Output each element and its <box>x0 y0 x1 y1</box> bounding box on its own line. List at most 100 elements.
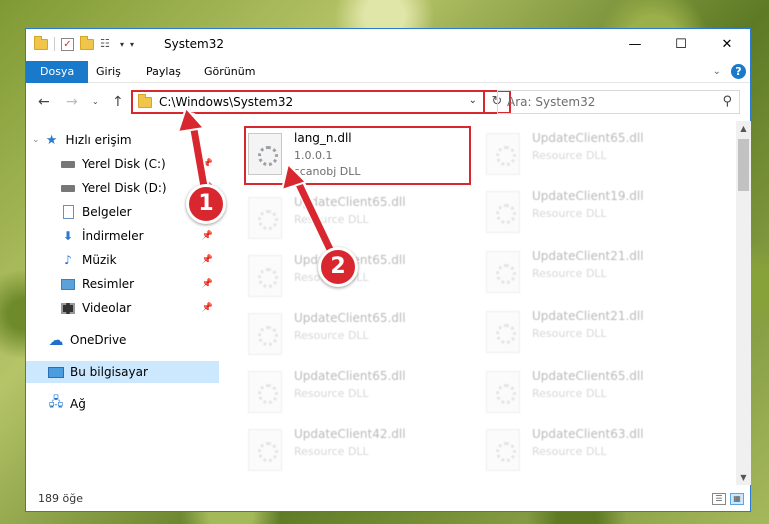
computer-icon <box>48 365 64 379</box>
file-item[interactable]: UpdateClient65.dll Resource DLL <box>244 249 470 305</box>
expand-ribbon-icon[interactable]: ⌄ <box>713 66 721 77</box>
minimize-button[interactable]: — <box>612 29 658 59</box>
file-name: UpdateClient19.dll <box>532 189 644 203</box>
disk-icon <box>60 157 76 171</box>
navigation-bar: ← → ⌄ ↑ C:\Windows\System32 ⌄ ↻ Ara: Sys… <box>26 85 750 119</box>
tab-home[interactable]: Giriş <box>86 61 131 83</box>
customize-toolbar-icon[interactable]: ▾ <box>130 40 134 49</box>
ribbon-controls: ⌄ ? <box>713 64 746 79</box>
help-icon[interactable]: ? <box>731 64 746 79</box>
sidebar-item-label: Belgeler <box>82 205 132 219</box>
step-badge-1: 1 <box>186 184 226 224</box>
sidebar-item-label: Bu bilgisayar <box>70 365 148 379</box>
divider <box>54 37 55 51</box>
maximize-button[interactable]: ☐ <box>658 29 704 59</box>
chevron-down-icon[interactable]: ⌄ <box>469 95 477 106</box>
file-description: Resource DLL <box>532 207 607 220</box>
file-item[interactable]: UpdateClient65.dll Resource DLL <box>482 127 708 183</box>
navigation-pane: ⌄ ★ Hızlı erişim Yerel Disk (C:) 📌 Yerel… <box>26 121 219 481</box>
pin-icon[interactable]: 📌 <box>202 159 213 169</box>
file-description: Resource DLL <box>532 149 607 162</box>
pin-icon[interactable]: 📌 <box>202 255 213 265</box>
forward-button[interactable]: → <box>66 94 78 110</box>
tab-view[interactable]: Görünüm <box>194 61 265 83</box>
file-name: UpdateClient65.dll <box>294 311 406 325</box>
new-folder-icon[interactable] <box>80 35 94 50</box>
videos-icon <box>60 301 76 315</box>
network-icon: 🖧 <box>48 395 64 410</box>
file-item[interactable]: UpdateClient65.dll Resource DLL <box>244 307 470 363</box>
sidebar-item-quick-access[interactable]: ⌄ ★ Hızlı erişim <box>26 129 219 151</box>
file-name: UpdateClient21.dll <box>532 249 644 263</box>
sidebar-item-local-disk-c[interactable]: Yerel Disk (C:) 📌 <box>26 153 219 175</box>
scroll-down-icon[interactable]: ▼ <box>736 470 751 485</box>
file-name: UpdateClient65.dll <box>294 369 406 383</box>
address-bar[interactable]: C:\Windows\System32 ⌄ <box>131 90 485 114</box>
dll-file-icon <box>486 251 520 293</box>
dll-file-icon <box>486 371 520 413</box>
address-path[interactable]: C:\Windows\System32 <box>159 95 293 109</box>
pin-icon[interactable]: 📌 <box>202 231 213 241</box>
folder-icon[interactable] <box>34 35 48 50</box>
chevron-down-icon[interactable]: ▾ <box>120 40 124 49</box>
vertical-scrollbar[interactable]: ▲ ▼ <box>736 121 751 485</box>
title-bar: ✓ ☷ ▾ ▾ System32 — ☐ ✕ <box>26 29 750 61</box>
details-view-icon[interactable]: ☰ <box>712 493 726 505</box>
sidebar-item-onedrive[interactable]: ☁ OneDrive <box>26 329 219 351</box>
step-badge-2: 2 <box>318 247 358 287</box>
sidebar-item-network[interactable]: 🖧 Ağ <box>26 393 219 415</box>
file-item[interactable]: UpdateClient21.dll Resource DLL <box>482 245 708 301</box>
item-count: 189 öğe <box>38 492 83 505</box>
sidebar-item-label: Yerel Disk (D:) <box>82 181 167 195</box>
file-item[interactable]: UpdateClient42.dll Resource DLL <box>244 423 470 479</box>
scroll-thumb[interactable] <box>738 139 749 191</box>
cloud-icon: ☁ <box>48 331 64 349</box>
sidebar-item-videos[interactable]: Videolar 📌 <box>26 297 219 319</box>
star-icon: ★ <box>45 132 58 148</box>
scroll-up-icon[interactable]: ▲ <box>736 121 751 136</box>
file-highlight-box <box>244 126 471 185</box>
file-item[interactable]: UpdateClient65.dll Resource DLL <box>482 365 708 421</box>
properties-check-icon[interactable]: ✓ <box>61 37 74 51</box>
file-description: Resource DLL <box>294 213 369 226</box>
sidebar-item-pictures[interactable]: Resimler 📌 <box>26 273 219 295</box>
search-box[interactable]: Ara: System32 ⚲ <box>497 90 740 114</box>
sidebar-item-music[interactable]: ♪ Müzik 📌 <box>26 249 219 271</box>
file-name: UpdateClient65.dll <box>532 369 644 383</box>
file-description: Resource DLL <box>532 445 607 458</box>
sidebar-item-this-pc[interactable]: Bu bilgisayar <box>26 361 219 383</box>
file-name: UpdateClient65.dll <box>532 131 644 145</box>
dll-file-icon <box>486 191 520 233</box>
file-item[interactable]: UpdateClient21.dll Resource DLL <box>482 305 708 361</box>
file-name: UpdateClient42.dll <box>294 427 406 441</box>
close-button[interactable]: ✕ <box>704 29 750 59</box>
recent-locations-button[interactable]: ⌄ <box>92 97 99 106</box>
up-button[interactable]: ↑ <box>112 94 124 110</box>
back-button[interactable]: ← <box>38 94 50 110</box>
search-input[interactable]: Ara: System32 <box>507 95 595 109</box>
file-item[interactable]: UpdateClient65.dll Resource DLL <box>244 191 470 247</box>
pin-icon[interactable]: 📌 <box>202 279 213 289</box>
sidebar-item-label: OneDrive <box>70 333 127 347</box>
tab-file[interactable]: Dosya <box>26 61 89 83</box>
ribbon-tabs: Dosya Giriş Paylaş Görünüm ⌄ ? <box>26 61 750 83</box>
pictures-icon <box>60 277 76 291</box>
file-item[interactable]: UpdateClient19.dll Resource DLL <box>482 185 708 241</box>
tiles-view-icon[interactable]: ▦ <box>730 493 744 505</box>
file-item[interactable]: UpdateClient63.dll Resource DLL <box>482 423 708 479</box>
disk-icon <box>60 181 76 195</box>
dll-file-icon <box>486 429 520 471</box>
sidebar-item-label: Videolar <box>82 301 132 315</box>
downloads-icon: ⬇ <box>62 229 74 243</box>
documents-icon <box>60 205 76 219</box>
window-controls: — ☐ ✕ <box>612 29 750 59</box>
file-item[interactable]: UpdateClient65.dll Resource DLL <box>244 365 470 421</box>
search-icon[interactable]: ⚲ <box>722 94 732 109</box>
pin-icon[interactable]: 📌 <box>202 303 213 313</box>
tab-share[interactable]: Paylaş <box>136 61 191 83</box>
sidebar-item-downloads[interactable]: ⬇ İndirmeler 📌 <box>26 225 219 247</box>
view-options-icon[interactable]: ☷ <box>100 38 114 50</box>
file-description: Resource DLL <box>294 387 369 400</box>
dll-file-icon <box>248 429 282 471</box>
chevron-down-icon[interactable]: ⌄ <box>32 135 40 145</box>
